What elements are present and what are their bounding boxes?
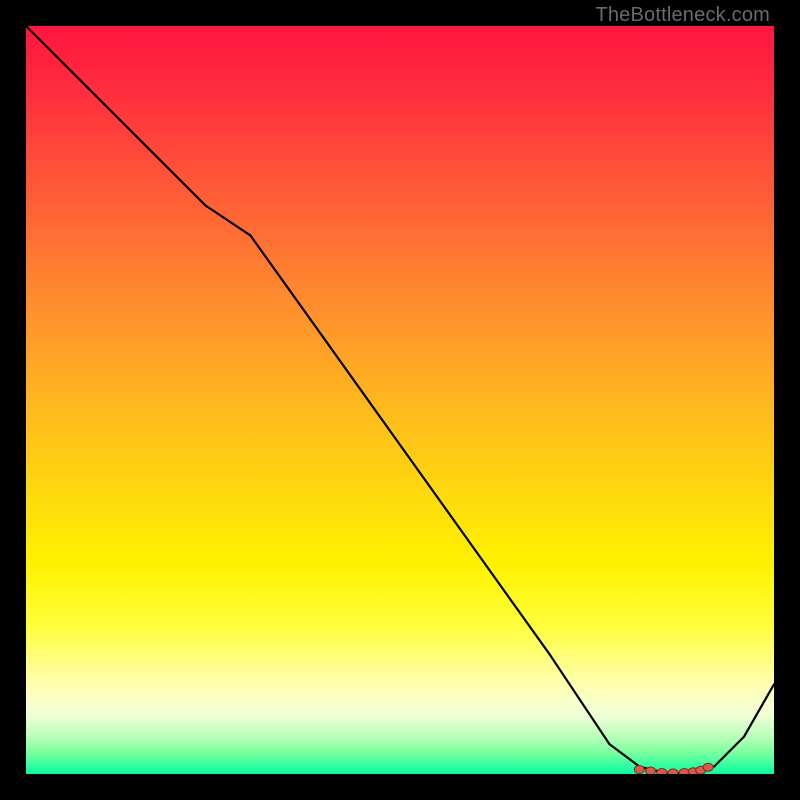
curve-line <box>26 26 774 774</box>
attribution-text: TheBottleneck.com <box>595 4 770 27</box>
marker-point <box>634 766 644 774</box>
plot-area <box>26 26 774 774</box>
marker-point <box>703 763 713 771</box>
marker-point <box>657 769 667 775</box>
marker-point <box>668 769 678 774</box>
marker-point <box>646 767 656 774</box>
curve-markers <box>634 763 713 774</box>
marker-point <box>679 769 689 775</box>
chart-svg <box>26 26 774 774</box>
chart-frame: TheBottleneck.com <box>0 0 800 800</box>
